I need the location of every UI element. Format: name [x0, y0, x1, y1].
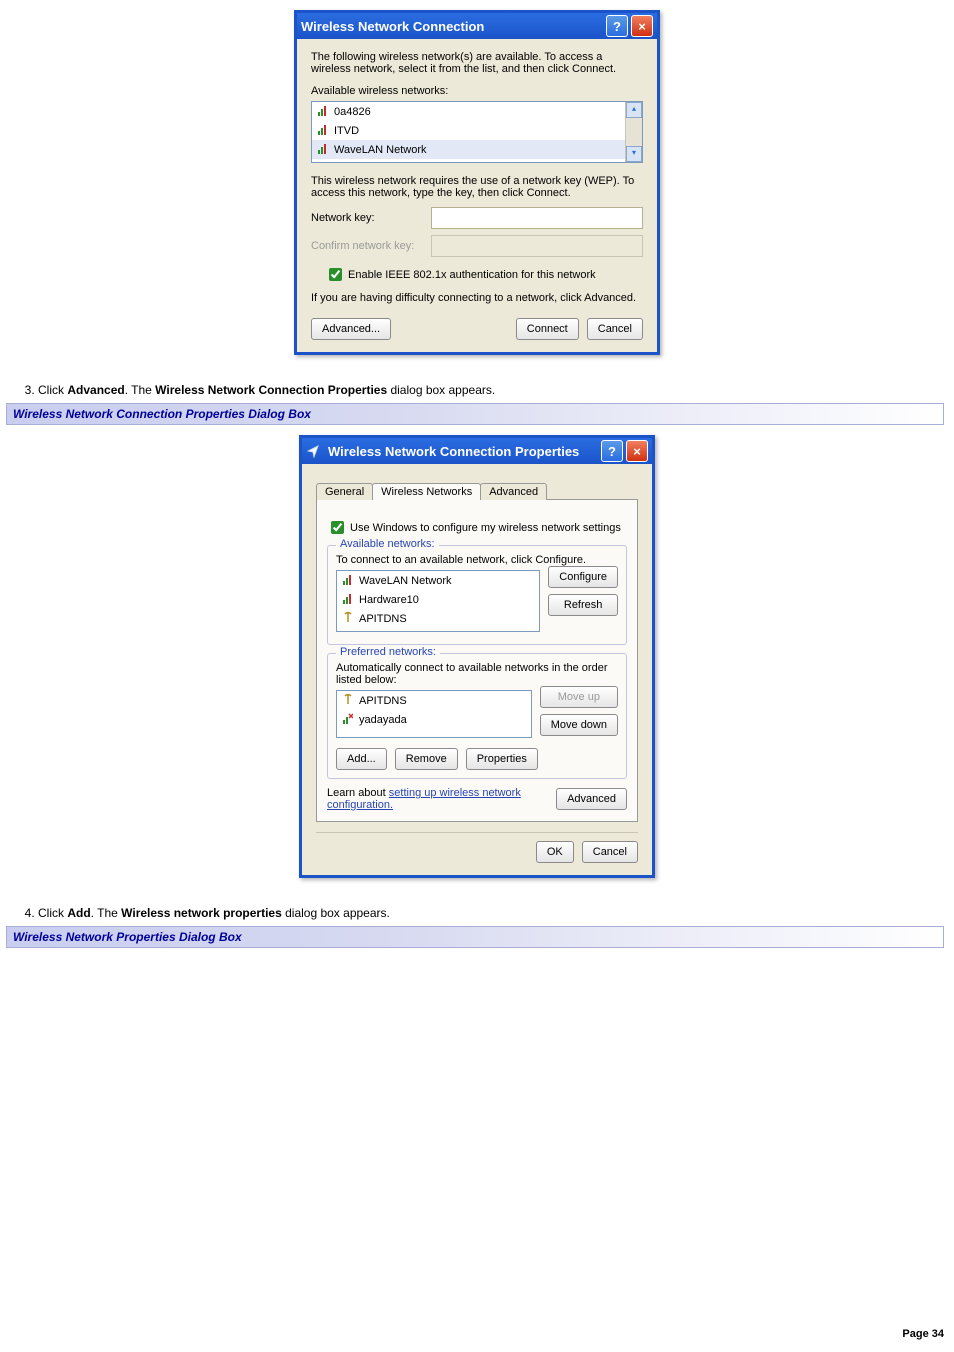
ieee-checkbox-label: Enable IEEE 802.1x authentication for th… [348, 269, 596, 281]
antenna-icon [343, 611, 353, 626]
list-item: WaveLAN Network [359, 575, 452, 587]
confirm-key-label: Confirm network key: [311, 240, 431, 252]
wep-text: This wireless network requires the use o… [311, 175, 643, 199]
difficulty-text: If you are having difficulty connecting … [311, 292, 643, 304]
list-item: yadayada [359, 714, 407, 726]
cancel-button[interactable]: Cancel [582, 841, 638, 863]
add-button[interactable]: Add... [336, 748, 387, 770]
signal-icon [343, 592, 353, 607]
network-key-label: Network key: [311, 212, 431, 224]
antenna-icon [343, 693, 353, 708]
properties-button[interactable]: Properties [466, 748, 538, 770]
network-item: ITVD [334, 125, 359, 137]
preferred-legend: Preferred networks: [336, 646, 440, 658]
dialog-title: Wireless Network Connection [301, 19, 484, 34]
titlebar[interactable]: Wireless Network Connection Properties ?… [302, 438, 652, 464]
dialog-title: Wireless Network Connection Properties [328, 444, 579, 459]
preferred-text: Automatically connect to available netwo… [336, 662, 618, 686]
step-3: Click Advanced. The Wireless Network Con… [38, 383, 944, 397]
tab-general[interactable]: General [316, 483, 373, 500]
list-item: APITDNS [359, 695, 407, 707]
advanced-button[interactable]: Advanced... [311, 318, 391, 340]
connect-button[interactable]: Connect [516, 318, 579, 340]
signal-icon [318, 142, 328, 157]
close-icon[interactable]: × [626, 440, 648, 462]
available-legend: Available networks: [336, 538, 439, 550]
signal-icon [343, 573, 353, 588]
configure-button[interactable]: Configure [548, 566, 618, 588]
use-windows-label: Use Windows to configure my wireless net… [350, 522, 621, 534]
refresh-button[interactable]: Refresh [548, 594, 618, 616]
cancel-button[interactable]: Cancel [587, 318, 643, 340]
signal-icon [318, 123, 328, 138]
available-text: To connect to an available network, clic… [336, 554, 618, 566]
step-4: Click Add. The Wireless network properti… [38, 906, 944, 920]
preferred-list[interactable]: APITDNS yadayada [336, 690, 532, 738]
learn-text: Learn about setting up wireless network … [327, 787, 548, 811]
list-item: Hardware10 [359, 594, 419, 606]
move-up-button[interactable]: Move up [540, 686, 618, 708]
preferred-networks-group: Preferred networks: Automatically connec… [327, 653, 627, 779]
use-windows-checkbox[interactable] [331, 521, 344, 534]
page-number: Page 34 [10, 1328, 944, 1340]
network-key-input[interactable] [431, 207, 643, 229]
remove-button[interactable]: Remove [395, 748, 458, 770]
wireless-icon [306, 443, 322, 459]
available-list[interactable]: WaveLAN Network Hardware10 APITDNS [336, 570, 540, 632]
intro-text: The following wireless network(s) are av… [311, 51, 643, 75]
tab-advanced[interactable]: Advanced [480, 483, 547, 500]
confirm-key-input [431, 235, 643, 257]
list-item: APITDNS [359, 613, 407, 625]
scrollbar[interactable]: ▴ ▾ [625, 102, 642, 162]
move-down-button[interactable]: Move down [540, 714, 618, 736]
heading-network-properties-dialog: Wireless Network Properties Dialog Box [6, 926, 944, 948]
titlebar[interactable]: Wireless Network Connection ? × [297, 13, 657, 39]
scroll-up-icon[interactable]: ▴ [626, 102, 642, 118]
wireless-connection-dialog: Wireless Network Connection ? × The foll… [294, 10, 660, 355]
advanced-button[interactable]: Advanced [556, 788, 627, 810]
available-networks-label: Available wireless networks: [311, 85, 643, 97]
network-item: 0a4826 [334, 106, 371, 118]
available-networks-list[interactable]: 0a4826 ITVD WaveLAN Network ▴ ▾ [311, 101, 643, 163]
help-icon[interactable]: ? [601, 440, 623, 462]
network-item: WaveLAN Network [334, 144, 427, 156]
close-icon[interactable]: × [631, 15, 653, 37]
signal-x-icon [343, 712, 353, 727]
available-networks-group: Available networks: To connect to an ava… [327, 545, 627, 645]
tab-wireless-networks[interactable]: Wireless Networks [372, 483, 481, 500]
heading-properties-dialog: Wireless Network Connection Properties D… [6, 403, 944, 425]
signal-icon [318, 104, 328, 119]
wireless-properties-dialog: Wireless Network Connection Properties ?… [299, 435, 655, 878]
scroll-down-icon[interactable]: ▾ [626, 146, 642, 162]
ok-button[interactable]: OK [536, 841, 574, 863]
ieee-checkbox[interactable] [329, 268, 342, 281]
help-icon[interactable]: ? [606, 15, 628, 37]
